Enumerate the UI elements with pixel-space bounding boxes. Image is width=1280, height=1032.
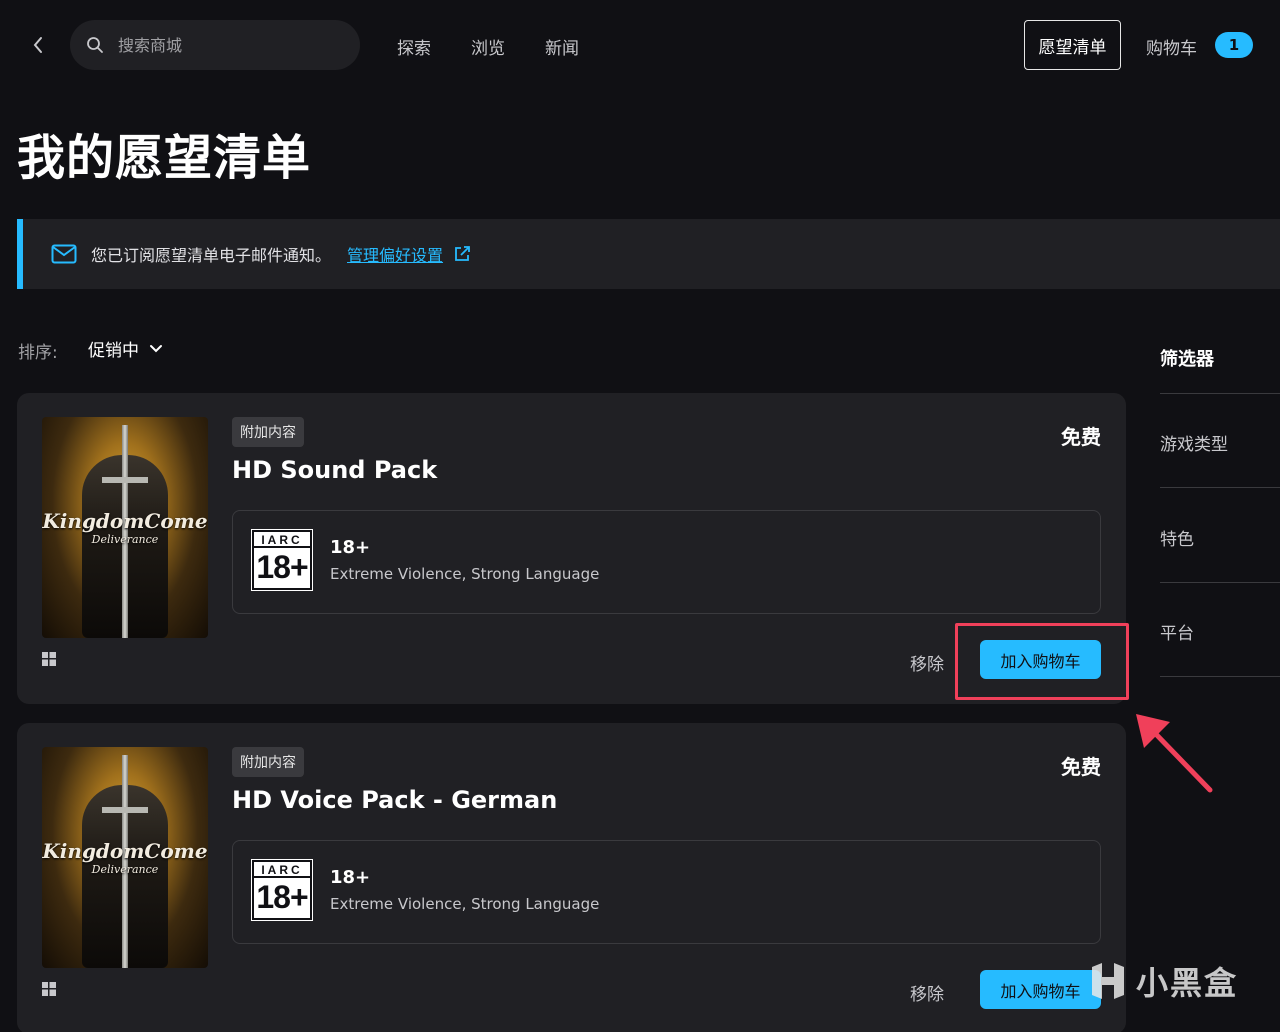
wishlist-nav-label: 愿望清单	[1038, 37, 1107, 58]
item-type-badge: 附加内容	[232, 747, 304, 777]
cart-count-badge[interactable]: 1	[1215, 32, 1253, 58]
filter-features[interactable]: 特色	[1160, 525, 1194, 550]
nav-link-browse[interactable]: 浏览	[471, 34, 505, 59]
cover-art-guard	[102, 477, 148, 483]
game-cover-image[interactable]: KingdomCome Deliverance	[42, 747, 208, 968]
chevron-down-icon	[150, 344, 162, 352]
add-to-cart-label: 加入购物车	[1000, 981, 1081, 1001]
item-title[interactable]: HD Voice Pack - German	[232, 786, 557, 814]
notice-text: 您已订阅愿望清单电子邮件通知。	[91, 246, 332, 265]
search-icon	[87, 37, 103, 53]
search-box[interactable]	[70, 20, 360, 70]
annotation-highlight-box	[955, 623, 1129, 700]
item-title[interactable]: HD Sound Pack	[232, 456, 437, 484]
page-title: 我的愿望清单	[17, 130, 312, 186]
filter-platform[interactable]: 平台	[1160, 619, 1194, 644]
remove-button[interactable]: 移除	[910, 980, 944, 1005]
iarc-rating-icon: IARC 18+	[251, 529, 313, 591]
item-price: 免费	[1061, 755, 1101, 779]
cart-nav-link[interactable]: 购物车	[1146, 34, 1197, 59]
chevron-left-icon	[33, 37, 42, 53]
iarc-label: IARC	[254, 532, 310, 548]
search-input[interactable]	[118, 35, 338, 55]
add-to-cart-button[interactable]: 加入购物车	[980, 970, 1101, 1009]
email-notice-banner: 您已订阅愿望清单电子邮件通知。 管理偏好设置	[17, 219, 1280, 289]
annotation-arrow-icon	[1136, 714, 1213, 793]
age-rating-box: IARC 18+ 18+ Extreme Violence, Strong La…	[232, 840, 1101, 944]
age-rating-box: IARC 18+ 18+ Extreme Violence, Strong La…	[232, 510, 1101, 614]
sort-label: 排序:	[18, 343, 58, 363]
sort-value: 促销中	[88, 341, 139, 361]
nav-link-discover[interactable]: 探索	[397, 34, 431, 59]
iarc-age-label: 18+	[256, 879, 308, 915]
windows-icon	[42, 982, 56, 996]
rating-age: 18+	[330, 867, 371, 888]
cover-art-guard	[102, 807, 148, 813]
xiaoheihe-logo-icon	[1092, 963, 1124, 999]
filter-divider	[1160, 393, 1280, 394]
cover-logo-subtitle: Deliverance	[91, 863, 159, 876]
mail-icon	[51, 244, 77, 264]
nav-link-news[interactable]: 新闻	[545, 34, 579, 59]
item-price: 免费	[1061, 425, 1101, 449]
wishlist-page: 探索 浏览 新闻 愿望清单 购物车 1 我的愿望清单 您已订阅愿望清单电子邮件通…	[0, 0, 1280, 1032]
iarc-label: IARC	[254, 862, 310, 878]
wishlist-nav-button[interactable]: 愿望清单	[1024, 20, 1121, 70]
cover-logo-subtitle: Deliverance	[91, 533, 159, 546]
rating-descriptors: Extreme Violence, Strong Language	[330, 895, 600, 913]
item-type-badge: 附加内容	[232, 417, 304, 447]
back-button[interactable]	[26, 32, 50, 58]
windows-icon	[42, 652, 56, 666]
filter-divider	[1160, 676, 1280, 677]
watermark: 小黑盒	[1088, 958, 1238, 1004]
external-link-icon[interactable]	[453, 245, 471, 263]
iarc-age-label: 18+	[256, 549, 308, 585]
rating-descriptors: Extreme Violence, Strong Language	[330, 565, 600, 583]
game-cover-image[interactable]: KingdomCome Deliverance	[42, 417, 208, 638]
cover-logo: KingdomCome	[42, 509, 208, 533]
filter-genre[interactable]: 游戏类型	[1160, 430, 1228, 455]
cover-logo: KingdomCome	[42, 839, 208, 863]
wishlist-item-card: KingdomCome Deliverance 附加内容 HD Voice Pa…	[17, 723, 1126, 1032]
filter-divider	[1160, 582, 1280, 583]
iarc-rating-icon: IARC 18+	[251, 859, 313, 921]
watermark-text: 小黑盒	[1136, 964, 1239, 1002]
rating-age: 18+	[330, 537, 371, 558]
filters-title: 筛选器	[1160, 349, 1214, 370]
remove-button[interactable]: 移除	[910, 650, 944, 675]
filter-divider	[1160, 487, 1280, 488]
manage-preferences-link[interactable]: 管理偏好设置	[347, 242, 443, 266]
top-nav: 探索 浏览 新闻 愿望清单 购物车 1	[0, 0, 1280, 92]
sort-dropdown[interactable]: 促销中	[88, 336, 163, 361]
